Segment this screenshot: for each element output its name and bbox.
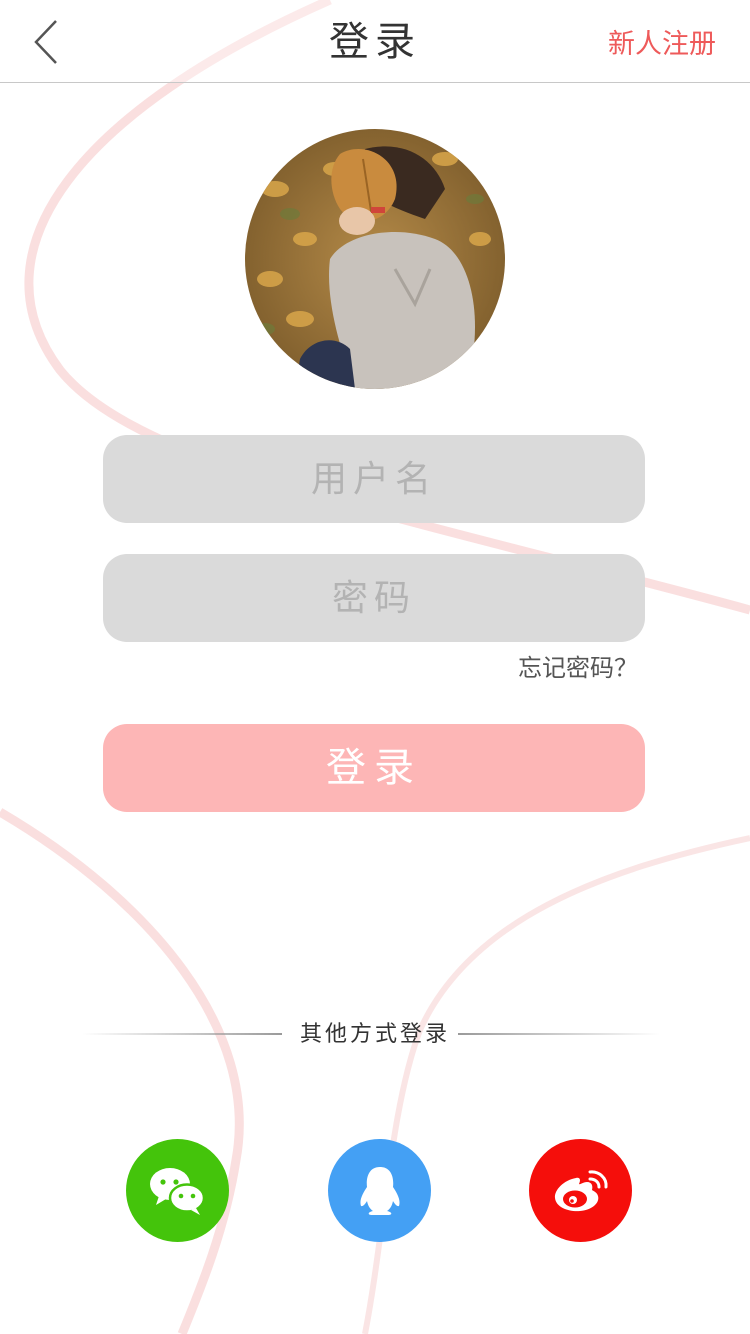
- login-button[interactable]: 登录: [103, 724, 645, 812]
- wechat-icon: [149, 1167, 205, 1215]
- password-input[interactable]: [103, 554, 645, 642]
- username-input[interactable]: [103, 435, 645, 523]
- nav-bar: 登录 新人注册: [0, 0, 750, 83]
- forgot-password-link[interactable]: 忘记密码？: [518, 648, 638, 683]
- wechat-login-button[interactable]: [126, 1139, 229, 1242]
- back-button[interactable]: [22, 14, 70, 70]
- other-login-label: 其他方式登录: [299, 1022, 450, 1047]
- register-link[interactable]: 新人注册: [608, 0, 716, 86]
- qq-login-button[interactable]: [328, 1139, 431, 1242]
- weibo-icon: [554, 1169, 608, 1211]
- chevron-left-icon: [34, 20, 57, 64]
- qq-icon: [359, 1166, 400, 1215]
- avatar: [245, 129, 505, 389]
- divider-right: [458, 1033, 660, 1035]
- weibo-login-button[interactable]: [529, 1139, 632, 1242]
